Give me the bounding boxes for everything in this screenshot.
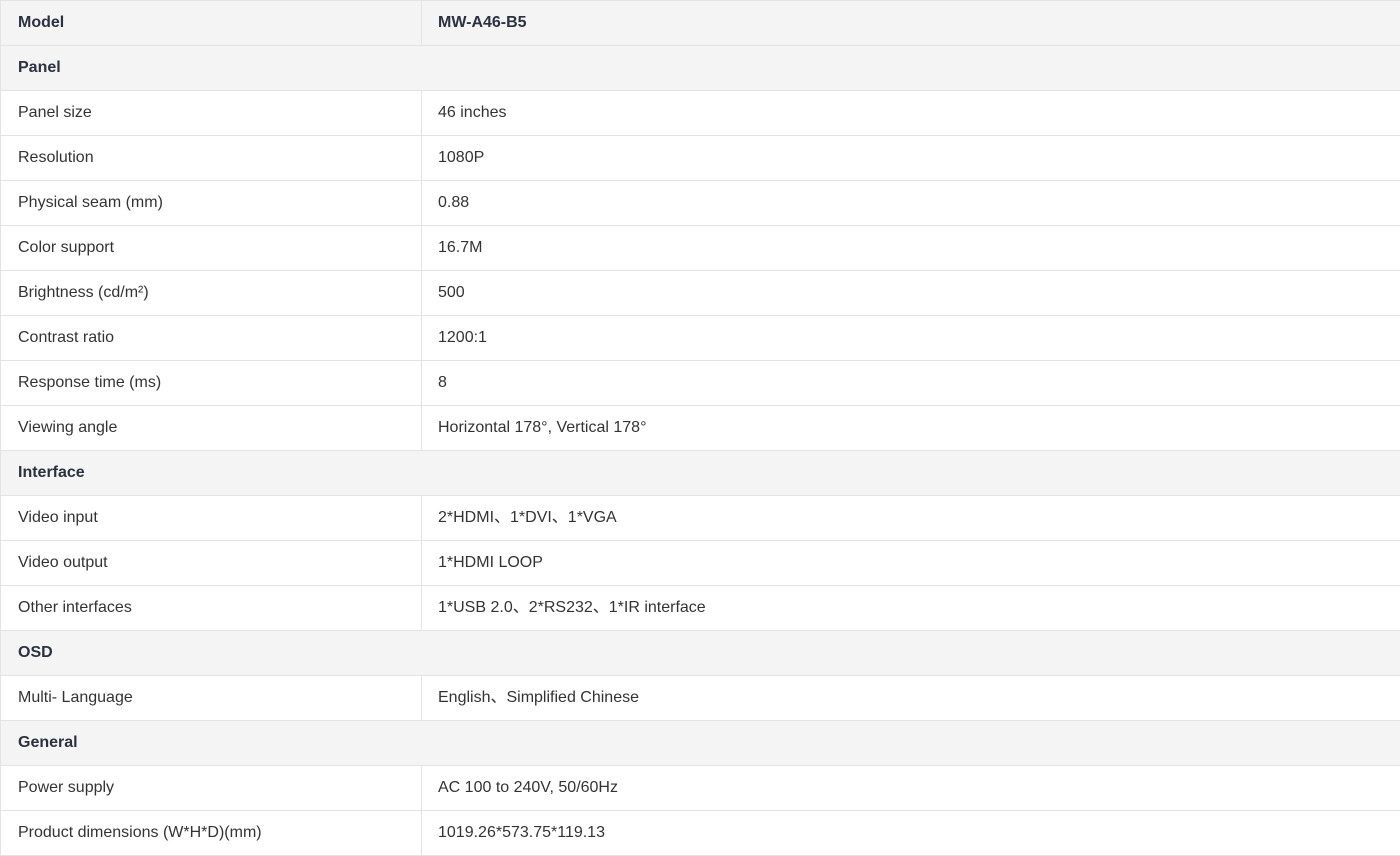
table-row: Resolution 1080P [0, 135, 1400, 181]
spec-label: Product dimensions (W*H*D)(mm) [0, 810, 422, 856]
spec-label: Physical seam (mm) [0, 180, 422, 226]
section-header-interface: Interface [0, 450, 1400, 496]
spec-label: Response time (ms) [0, 360, 422, 406]
spec-label: Resolution [0, 135, 422, 181]
spec-value: English、Simplified Chinese [421, 675, 1400, 721]
table-row: Viewing angle Horizontal 178°, Vertical … [0, 405, 1400, 451]
spec-value: Horizontal 178°, Vertical 178° [421, 405, 1400, 451]
model-row: Model MW-A46-B5 [0, 0, 1400, 46]
spec-value: 1*USB 2.0、2*RS232、1*IR interface [421, 585, 1400, 631]
spec-value: 1200:1 [421, 315, 1400, 361]
section-header-panel: Panel [0, 45, 1400, 91]
table-row: Color support 16.7M [0, 225, 1400, 271]
section-title: Panel [0, 45, 1400, 91]
spec-label: Other interfaces [0, 585, 422, 631]
spec-value: 1019.26*573.75*119.13 [421, 810, 1400, 856]
table-row: Response time (ms) 8 [0, 360, 1400, 406]
spec-label: Color support [0, 225, 422, 271]
table-row: Other interfaces 1*USB 2.0、2*RS232、1*IR … [0, 585, 1400, 631]
section-header-general: General [0, 720, 1400, 766]
spec-value: 8 [421, 360, 1400, 406]
section-title: General [0, 720, 1400, 766]
spec-value: 46 inches [421, 90, 1400, 136]
spec-label: Multi- Language [0, 675, 422, 721]
table-row: Power supply AC 100 to 240V, 50/60Hz [0, 765, 1400, 811]
spec-value: 2*HDMI、1*DVI、1*VGA [421, 495, 1400, 541]
section-header-osd: OSD [0, 630, 1400, 676]
section-title: OSD [0, 630, 1400, 676]
table-row: Panel size 46 inches [0, 90, 1400, 136]
spec-label: Viewing angle [0, 405, 422, 451]
spec-label: Video input [0, 495, 422, 541]
spec-label: Power supply [0, 765, 422, 811]
table-row: Brightness (cd/m²) 500 [0, 270, 1400, 316]
model-value: MW-A46-B5 [421, 0, 1400, 46]
spec-value: 1*HDMI LOOP [421, 540, 1400, 586]
spec-value: 1080P [421, 135, 1400, 181]
table-row: Video input 2*HDMI、1*DVI、1*VGA [0, 495, 1400, 541]
section-title: Interface [0, 450, 1400, 496]
spec-label: Panel size [0, 90, 422, 136]
spec-value: 0.88 [421, 180, 1400, 226]
table-row: Physical seam (mm) 0.88 [0, 180, 1400, 226]
spec-value: 500 [421, 270, 1400, 316]
spec-table: Model MW-A46-B5 Panel Panel size 46 inch… [0, 0, 1400, 856]
spec-value: 16.7M [421, 225, 1400, 271]
model-label: Model [0, 0, 422, 46]
table-row: Contrast ratio 1200:1 [0, 315, 1400, 361]
table-row: Multi- Language English、Simplified Chine… [0, 675, 1400, 721]
spec-table-body: Model MW-A46-B5 Panel Panel size 46 inch… [0, 0, 1400, 856]
spec-value: AC 100 to 240V, 50/60Hz [421, 765, 1400, 811]
table-row: Video output 1*HDMI LOOP [0, 540, 1400, 586]
spec-label: Brightness (cd/m²) [0, 270, 422, 316]
table-row: Product dimensions (W*H*D)(mm) 1019.26*5… [0, 810, 1400, 856]
spec-label: Contrast ratio [0, 315, 422, 361]
spec-label: Video output [0, 540, 422, 586]
